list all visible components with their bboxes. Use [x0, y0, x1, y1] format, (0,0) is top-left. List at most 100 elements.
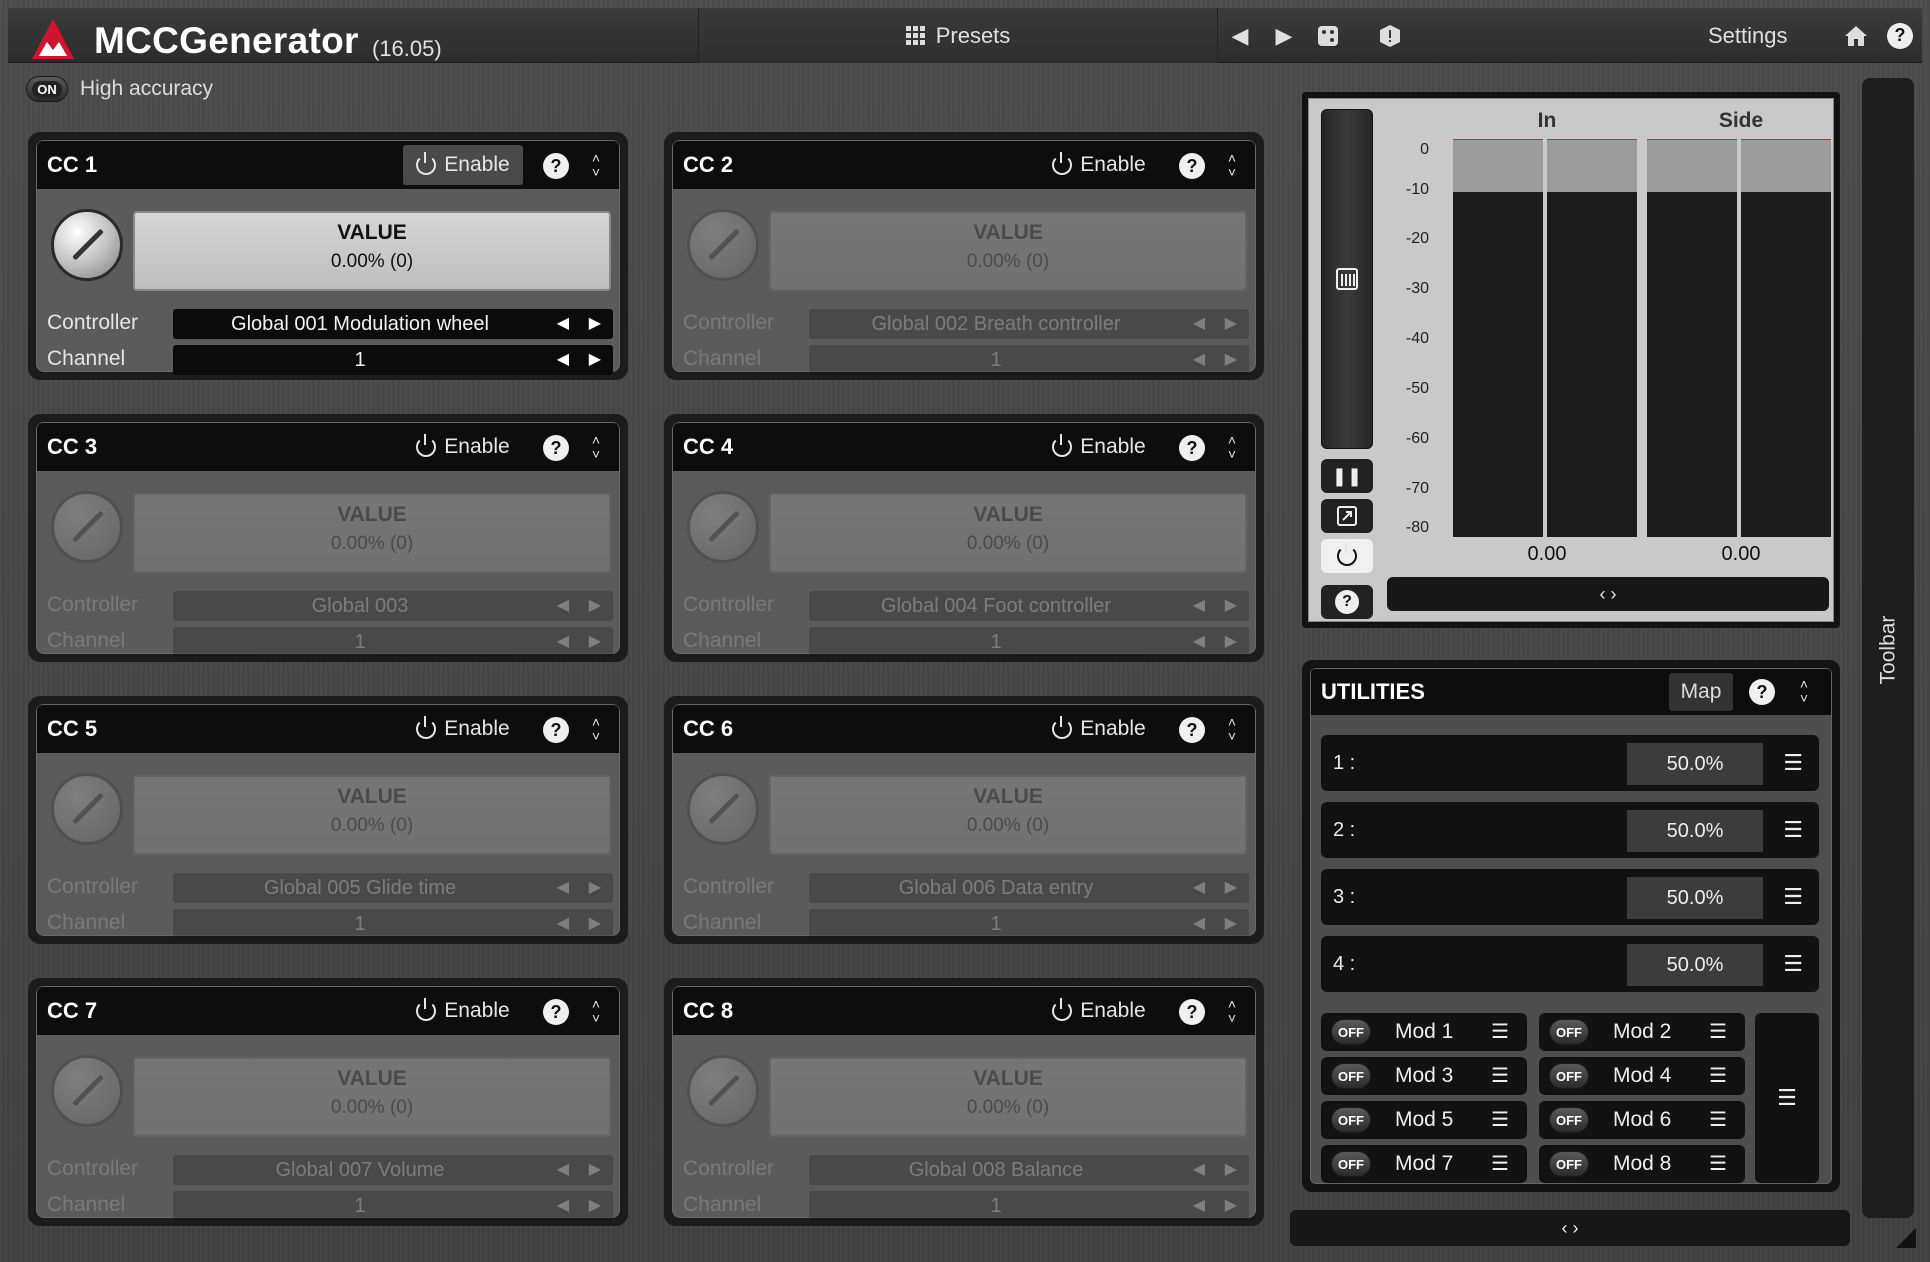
value-slider[interactable]: VALUE 0.00% (0)	[133, 211, 611, 291]
next-arrow-icon[interactable]: ▶	[589, 873, 601, 903]
value-knob[interactable]	[51, 773, 123, 845]
meter-scroll-bar[interactable]: ‹ ›	[1387, 577, 1829, 611]
collapse-icon[interactable]: ˄ ˅	[583, 713, 609, 745]
menu-icon[interactable]: ☰	[1783, 802, 1803, 858]
value-knob[interactable]	[51, 491, 123, 563]
collapse-icon[interactable]: ˄ ˅	[1791, 675, 1817, 707]
next-arrow-icon[interactable]: ▶	[1225, 873, 1237, 903]
modulator-toggle[interactable]: OFF	[1549, 1063, 1589, 1089]
prev-arrow-icon[interactable]: ◀	[1193, 627, 1205, 657]
value-slider[interactable]: VALUE 0.00% (0)	[133, 1057, 611, 1137]
enable-button[interactable]: Enable	[1039, 145, 1159, 185]
map-button[interactable]: Map	[1669, 673, 1733, 711]
settings-button[interactable]: Settings	[1708, 8, 1788, 63]
help-icon[interactable]: ?	[1749, 679, 1775, 705]
menu-icon[interactable]: ☰	[1709, 1013, 1727, 1051]
menu-icon[interactable]: ☰	[1709, 1057, 1727, 1095]
value-slider[interactable]: VALUE 0.00% (0)	[769, 775, 1247, 855]
next-preset-button[interactable]: ▶	[1262, 8, 1306, 63]
prev-arrow-icon[interactable]: ◀	[557, 591, 569, 621]
prev-arrow-icon[interactable]: ◀	[557, 1155, 569, 1185]
value-slider[interactable]: VALUE 0.00% (0)	[769, 1057, 1247, 1137]
channel-select[interactable]: 1 ◀ ▶	[809, 1191, 1249, 1221]
next-arrow-icon[interactable]: ▶	[1225, 1191, 1237, 1221]
controller-select[interactable]: Global 001 Modulation wheel ◀ ▶	[173, 309, 613, 339]
modulator-label[interactable]: Mod 7	[1395, 1145, 1453, 1183]
enable-button[interactable]: Enable	[403, 145, 523, 185]
modulators-menu-button[interactable]: ☰	[1755, 1013, 1819, 1183]
modulator-label[interactable]: Mod 4	[1613, 1057, 1671, 1095]
prev-arrow-icon[interactable]: ◀	[1193, 1155, 1205, 1185]
menu-icon[interactable]: ☰	[1491, 1145, 1509, 1183]
channel-select[interactable]: 1 ◀ ▶	[173, 627, 613, 657]
meter-help-button[interactable]: ?	[1321, 585, 1373, 619]
toolbar-label[interactable]: Toolbar	[1862, 600, 1914, 700]
prev-arrow-icon[interactable]: ◀	[557, 309, 569, 339]
next-arrow-icon[interactable]: ▶	[589, 309, 601, 339]
prev-arrow-icon[interactable]: ◀	[557, 909, 569, 939]
value-slider[interactable]: VALUE 0.00% (0)	[769, 211, 1247, 291]
next-arrow-icon[interactable]: ▶	[589, 591, 601, 621]
presets-button[interactable]: Presets	[698, 8, 1218, 63]
app-logo-icon[interactable]	[30, 16, 76, 62]
expand-button[interactable]	[1321, 499, 1373, 533]
menu-icon[interactable]: ☰	[1709, 1145, 1727, 1183]
controller-select[interactable]: Global 004 Foot controller ◀ ▶	[809, 591, 1249, 621]
controller-select[interactable]: Global 003 ◀ ▶	[173, 591, 613, 621]
enable-button[interactable]: Enable	[1039, 427, 1159, 467]
value-knob[interactable]	[687, 209, 759, 281]
value-slider[interactable]: VALUE 0.00% (0)	[769, 493, 1247, 573]
prev-arrow-icon[interactable]: ◀	[557, 1191, 569, 1221]
channel-select[interactable]: 1 ◀ ▶	[173, 909, 613, 939]
prev-arrow-icon[interactable]: ◀	[1193, 909, 1205, 939]
modulator-toggle[interactable]: OFF	[1331, 1151, 1371, 1177]
enable-button[interactable]: Enable	[1039, 991, 1159, 1031]
high-accuracy-toggle[interactable]: ON	[26, 76, 68, 102]
menu-icon[interactable]: ☰	[1783, 735, 1803, 791]
next-arrow-icon[interactable]: ▶	[1225, 627, 1237, 657]
resize-grip[interactable]	[1896, 1228, 1916, 1248]
next-arrow-icon[interactable]: ▶	[1225, 309, 1237, 339]
prev-arrow-icon[interactable]: ◀	[1193, 873, 1205, 903]
collapse-icon[interactable]: ˄ ˅	[1219, 713, 1245, 745]
value-knob[interactable]	[687, 1055, 759, 1127]
collapse-icon[interactable]: ˄ ˅	[1219, 995, 1245, 1027]
menu-icon[interactable]: ☰	[1491, 1013, 1509, 1051]
modulator-toggle[interactable]: OFF	[1331, 1107, 1371, 1133]
value-slider[interactable]: VALUE 0.00% (0)	[133, 493, 611, 573]
modulator-toggle[interactable]: OFF	[1549, 1019, 1589, 1045]
next-arrow-icon[interactable]: ▶	[1225, 1155, 1237, 1185]
enable-button[interactable]: Enable	[403, 991, 523, 1031]
menu-icon[interactable]: ☰	[1491, 1101, 1509, 1139]
value-knob[interactable]	[51, 209, 123, 281]
modulator-toggle[interactable]: OFF	[1331, 1019, 1371, 1045]
prev-arrow-icon[interactable]: ◀	[557, 345, 569, 375]
value-knob[interactable]	[687, 491, 759, 563]
controller-select[interactable]: Global 007 Volume ◀ ▶	[173, 1155, 613, 1185]
random-preset-button[interactable]	[1306, 8, 1350, 63]
modulator-label[interactable]: Mod 6	[1613, 1101, 1671, 1139]
help-button[interactable]: ?	[1878, 8, 1922, 63]
controller-select[interactable]: Global 005 Glide time ◀ ▶	[173, 873, 613, 903]
next-arrow-icon[interactable]: ▶	[589, 909, 601, 939]
help-icon[interactable]: ?	[543, 717, 569, 743]
help-icon[interactable]: ?	[1179, 717, 1205, 743]
meter-range-slider[interactable]	[1321, 109, 1373, 449]
menu-icon[interactable]: ☰	[1709, 1101, 1727, 1139]
enable-button[interactable]: Enable	[403, 427, 523, 467]
value-slider[interactable]: VALUE 0.00% (0)	[133, 775, 611, 855]
channel-select[interactable]: 1 ◀ ▶	[809, 345, 1249, 375]
controller-select[interactable]: Global 002 Breath controller ◀ ▶	[809, 309, 1249, 339]
channel-select[interactable]: 1 ◀ ▶	[173, 1191, 613, 1221]
modulator-toggle[interactable]: OFF	[1549, 1151, 1589, 1177]
collapse-icon[interactable]: ˄ ˅	[1219, 149, 1245, 181]
menu-icon[interactable]: ☰	[1491, 1057, 1509, 1095]
prev-arrow-icon[interactable]: ◀	[1193, 1191, 1205, 1221]
next-arrow-icon[interactable]: ▶	[589, 345, 601, 375]
home-button[interactable]	[1834, 8, 1878, 63]
menu-icon[interactable]: ☰	[1783, 936, 1803, 992]
help-icon[interactable]: ?	[1179, 153, 1205, 179]
channel-select[interactable]: 1 ◀ ▶	[809, 909, 1249, 939]
modulator-label[interactable]: Mod 1	[1395, 1013, 1453, 1051]
bottom-scroll-bar[interactable]: ‹ ›	[1290, 1210, 1850, 1246]
